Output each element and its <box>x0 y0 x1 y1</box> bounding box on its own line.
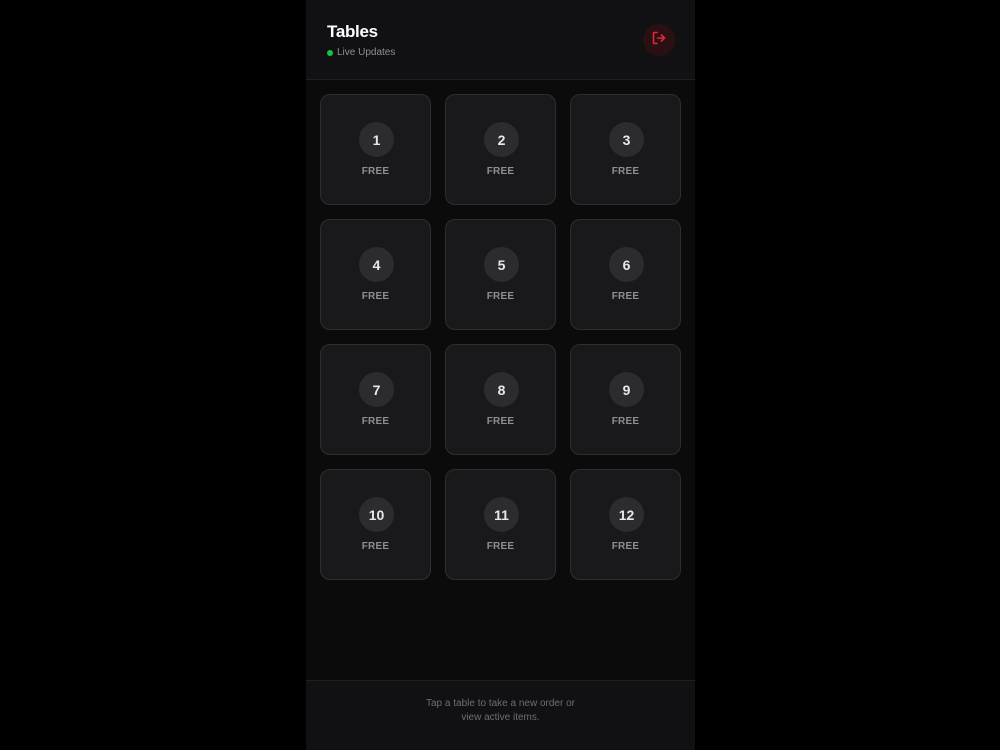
app-screen: Tables Live Updates 1 FREE 2 FREE 3 FREE… <box>306 0 695 750</box>
table-card-3[interactable]: 3 FREE <box>570 94 681 205</box>
table-number: 10 <box>359 497 394 532</box>
table-status: FREE <box>486 166 515 177</box>
table-number: 11 <box>484 497 519 532</box>
table-status: FREE <box>611 291 640 302</box>
live-indicator-dot <box>327 49 333 56</box>
table-number: 12 <box>609 497 644 532</box>
table-status: FREE <box>486 416 515 427</box>
table-card-9[interactable]: 9 FREE <box>570 344 681 455</box>
table-number: 3 <box>609 122 644 157</box>
table-card-8[interactable]: 8 FREE <box>445 344 556 455</box>
footer: Tap a table to take a new order or view … <box>306 680 695 750</box>
table-card-2[interactable]: 2 FREE <box>445 94 556 205</box>
table-card-4[interactable]: 4 FREE <box>320 219 431 330</box>
table-status: FREE <box>611 416 640 427</box>
table-status: FREE <box>486 541 515 552</box>
table-card-10[interactable]: 10 FREE <box>320 469 431 580</box>
table-status: FREE <box>361 291 390 302</box>
table-card-7[interactable]: 7 FREE <box>320 344 431 455</box>
live-status-text: Live Updates <box>337 47 396 58</box>
table-card-12[interactable]: 12 FREE <box>570 469 681 580</box>
header: Tables Live Updates <box>306 0 695 80</box>
tables-grid: 1 FREE 2 FREE 3 FREE 4 FREE 5 FREE 6 FRE… <box>320 94 681 580</box>
table-number: 2 <box>484 122 519 157</box>
logout-icon <box>651 30 667 51</box>
table-number: 6 <box>609 247 644 282</box>
table-number: 9 <box>609 372 644 407</box>
table-status: FREE <box>361 166 390 177</box>
table-number: 7 <box>359 372 394 407</box>
page-title: Tables <box>327 22 378 41</box>
table-number: 1 <box>359 122 394 157</box>
table-number: 8 <box>484 372 519 407</box>
table-number: 4 <box>359 247 394 282</box>
logout-button[interactable] <box>643 24 675 56</box>
table-status: FREE <box>486 291 515 302</box>
footer-hint: Tap a table to take a new order or view … <box>426 698 575 723</box>
table-card-11[interactable]: 11 FREE <box>445 469 556 580</box>
table-card-6[interactable]: 6 FREE <box>570 219 681 330</box>
table-status: FREE <box>361 541 390 552</box>
table-status: FREE <box>611 166 640 177</box>
live-status: Live Updates <box>327 47 395 58</box>
table-status: FREE <box>361 416 390 427</box>
table-card-1[interactable]: 1 FREE <box>320 94 431 205</box>
table-status: FREE <box>611 541 640 552</box>
table-number: 5 <box>484 247 519 282</box>
table-card-5[interactable]: 5 FREE <box>445 219 556 330</box>
